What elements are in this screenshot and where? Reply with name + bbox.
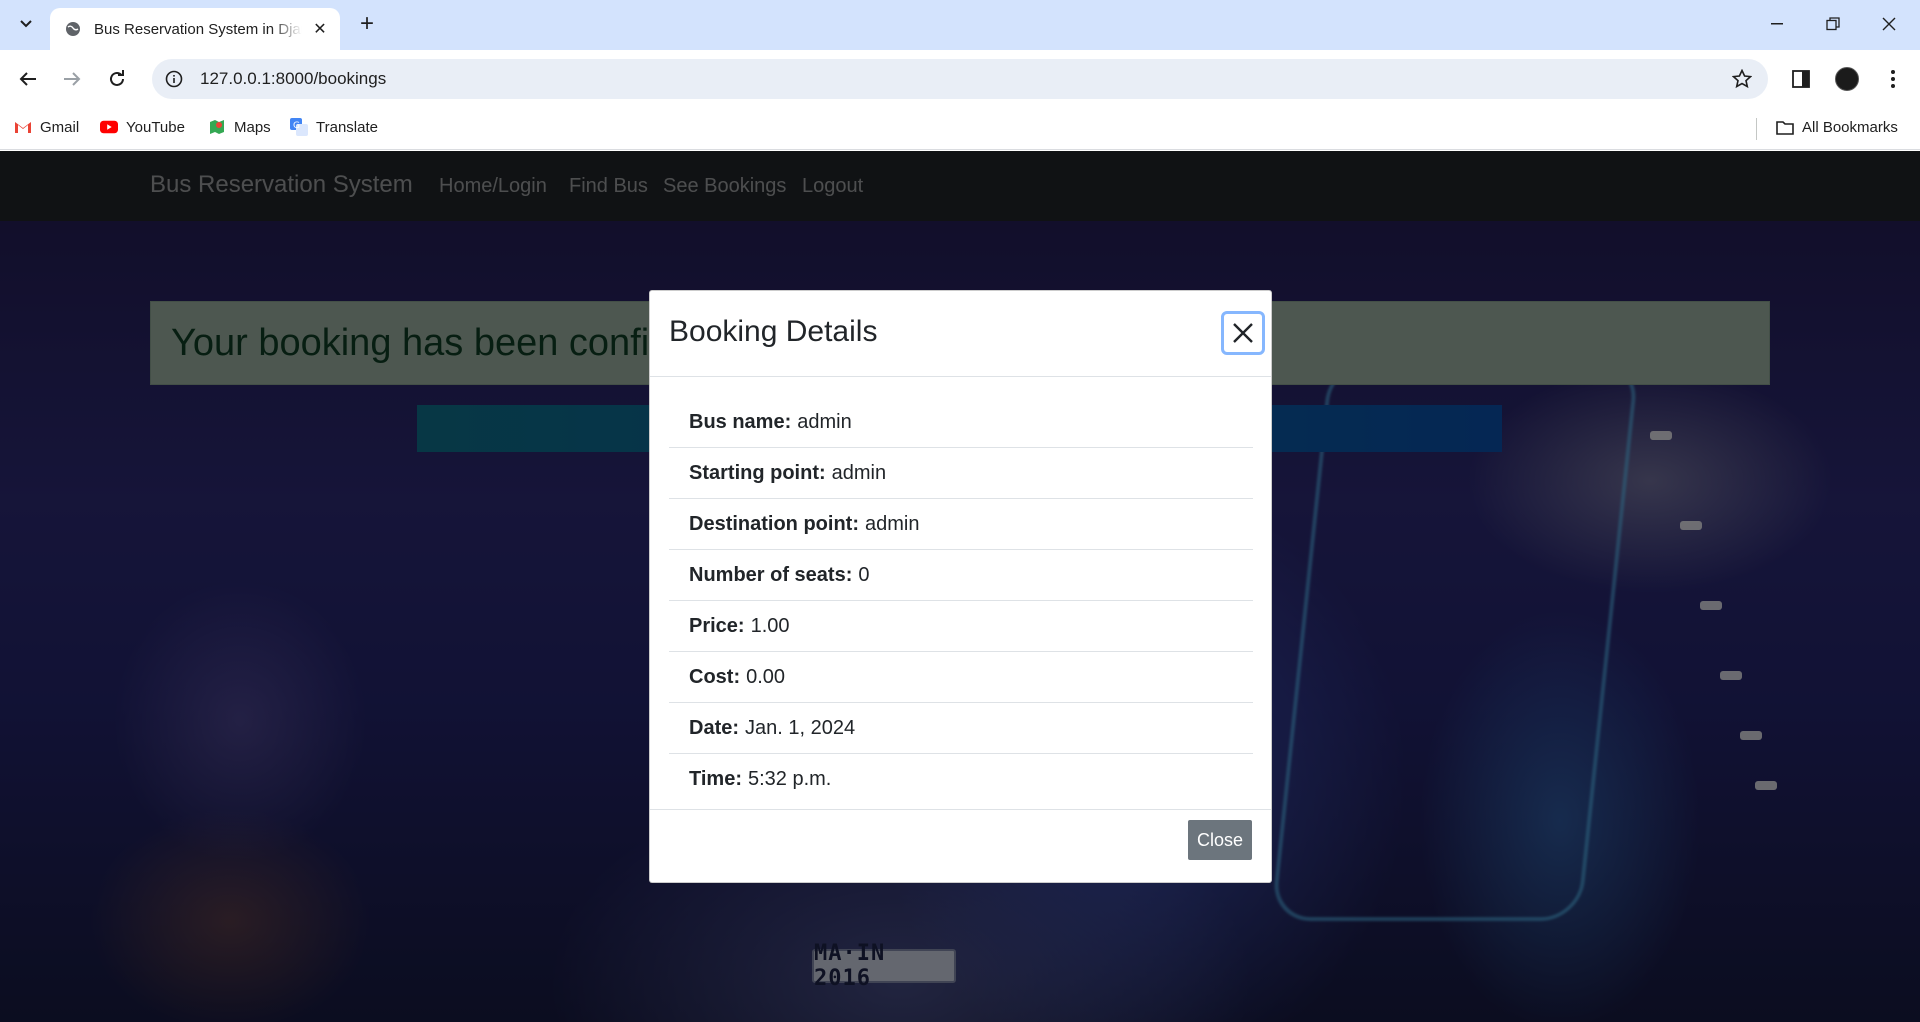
bookmark-star-icon[interactable] bbox=[1730, 67, 1754, 91]
detail-value: admin bbox=[797, 410, 852, 433]
folder-icon bbox=[1776, 118, 1794, 136]
bookmark-gmail[interactable]: Gmail bbox=[14, 118, 79, 136]
youtube-icon bbox=[100, 118, 118, 136]
detail-label: Cost: bbox=[689, 665, 741, 688]
kebab-menu-icon[interactable] bbox=[1878, 64, 1908, 94]
detail-value: 0.00 bbox=[746, 665, 786, 688]
close-window-button[interactable] bbox=[1866, 6, 1912, 42]
tab-search-button[interactable] bbox=[10, 8, 42, 40]
close-icon bbox=[1233, 323, 1253, 343]
gmail-icon bbox=[14, 118, 32, 136]
address-bar[interactable]: 127.0.0.1:8000/bookings bbox=[152, 59, 1768, 99]
bookmarks-divider bbox=[1756, 118, 1757, 140]
modal-body: Bus name: admin Starting point: admin Dest… bbox=[669, 397, 1253, 805]
close-icon bbox=[1882, 17, 1896, 31]
svg-text:G: G bbox=[293, 121, 300, 131]
detail-value: Jan. 1, 2024 bbox=[745, 716, 856, 739]
forward-button[interactable] bbox=[56, 63, 88, 95]
modal-header: Booking Details bbox=[650, 291, 1271, 377]
bookmark-maps[interactable]: Maps bbox=[208, 118, 271, 136]
detail-label: Time: bbox=[689, 768, 742, 790]
detail-date: Date: Jan. 1, 2024 bbox=[669, 703, 1253, 754]
booking-details-modal: Booking Details Bus name: admin Starting … bbox=[649, 290, 1272, 883]
tab-strip: Bus Reservation System in Django ✕ + bbox=[0, 0, 1920, 50]
bookmark-label: Translate bbox=[316, 118, 378, 136]
arrow-right-icon bbox=[64, 72, 81, 86]
restore-icon bbox=[1826, 17, 1840, 31]
url-text[interactable]: 127.0.0.1:8000/bookings bbox=[200, 69, 386, 89]
detail-label: Starting point: bbox=[689, 461, 826, 484]
detail-label: Destination point: bbox=[689, 512, 859, 535]
web-page: Bus Reservation System Home/Login Find B… bbox=[0, 151, 1920, 1022]
minimize-icon bbox=[1771, 23, 1783, 25]
new-tab-button[interactable]: + bbox=[352, 9, 382, 39]
restore-button[interactable] bbox=[1810, 6, 1856, 42]
bookmark-youtube[interactable]: YouTube bbox=[100, 118, 185, 136]
detail-value: 5:32 p.m. bbox=[747, 768, 832, 790]
maps-icon bbox=[208, 118, 226, 136]
detail-value: 1.00 bbox=[750, 614, 790, 637]
detail-label: Bus name: bbox=[689, 410, 792, 433]
avatar bbox=[1835, 67, 1859, 91]
globe-icon bbox=[64, 20, 82, 38]
detail-time: Time: 5:32 p.m. bbox=[669, 754, 1253, 805]
detail-value: admin bbox=[864, 512, 920, 535]
info-icon[interactable] bbox=[156, 61, 192, 97]
reload-icon bbox=[110, 70, 124, 86]
bookmark-label: Maps bbox=[234, 118, 271, 136]
back-button[interactable] bbox=[12, 63, 44, 95]
detail-value: 0 bbox=[858, 563, 870, 586]
detail-value: admin bbox=[831, 461, 887, 484]
detail-label: Date: bbox=[689, 716, 740, 739]
detail-destination-point: Destination point: admin bbox=[669, 499, 1253, 550]
arrow-left-icon bbox=[19, 72, 36, 86]
bookmark-label: Gmail bbox=[40, 118, 80, 136]
detail-cost: Cost: 0.00 bbox=[669, 652, 1253, 703]
minimize-button[interactable] bbox=[1754, 6, 1800, 42]
side-panel-icon[interactable] bbox=[1786, 64, 1816, 94]
reload-button[interactable] bbox=[101, 63, 133, 95]
detail-number-of-seats: Number of seats: 0 bbox=[669, 550, 1253, 601]
all-bookmarks-label: All Bookmarks bbox=[1802, 118, 1898, 136]
active-tab[interactable]: Bus Reservation System in Django ✕ bbox=[50, 8, 340, 50]
tab-title: Bus Reservation System in Django bbox=[94, 20, 302, 38]
browser-toolbar: 127.0.0.1:8000/bookings bbox=[0, 50, 1920, 108]
profile-avatar[interactable] bbox=[1832, 64, 1862, 94]
detail-starting-point: Starting point: admin bbox=[669, 448, 1253, 499]
close-button[interactable]: Close bbox=[1188, 820, 1252, 860]
detail-label: Number of seats: bbox=[689, 563, 853, 586]
tab-close-icon[interactable]: ✕ bbox=[310, 19, 330, 39]
detail-label: Price: bbox=[689, 614, 745, 637]
modal-footer: Close bbox=[650, 809, 1271, 884]
modal-title: Booking Details bbox=[669, 315, 878, 348]
detail-bus-name: Bus name: admin bbox=[669, 397, 1253, 448]
translate-icon: G bbox=[290, 118, 308, 136]
chevron-down-icon bbox=[20, 20, 32, 28]
bookmark-translate[interactable]: G Translate bbox=[290, 118, 378, 136]
bookmarks-bar: Gmail YouTube Maps G Translate All Bookm… bbox=[0, 108, 1920, 150]
modal-close-x-button[interactable] bbox=[1221, 311, 1265, 355]
bookmark-label: YouTube bbox=[126, 118, 185, 136]
detail-price: Price: 1.00 bbox=[669, 601, 1253, 652]
all-bookmarks-button[interactable]: All Bookmarks bbox=[1776, 118, 1898, 136]
